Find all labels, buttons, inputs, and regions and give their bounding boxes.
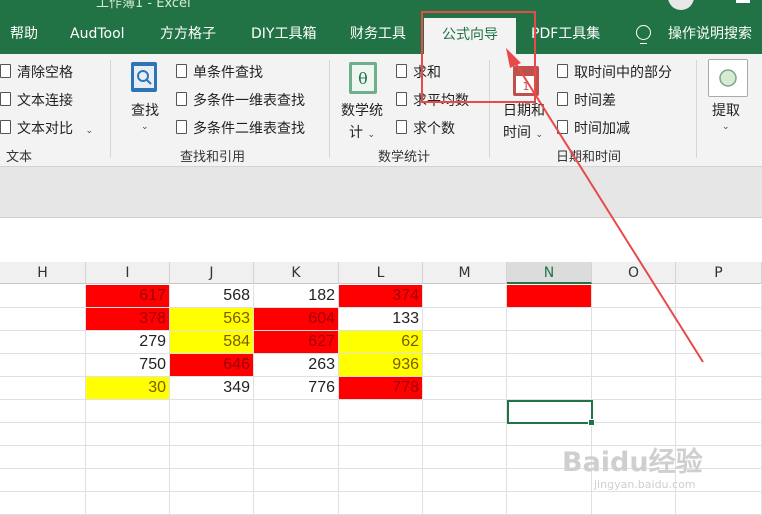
annotation-arrow	[506, 48, 704, 363]
watermark-url: jingyan.baidu.com	[594, 478, 696, 491]
watermark-logo: Baidu经验	[562, 447, 703, 478]
